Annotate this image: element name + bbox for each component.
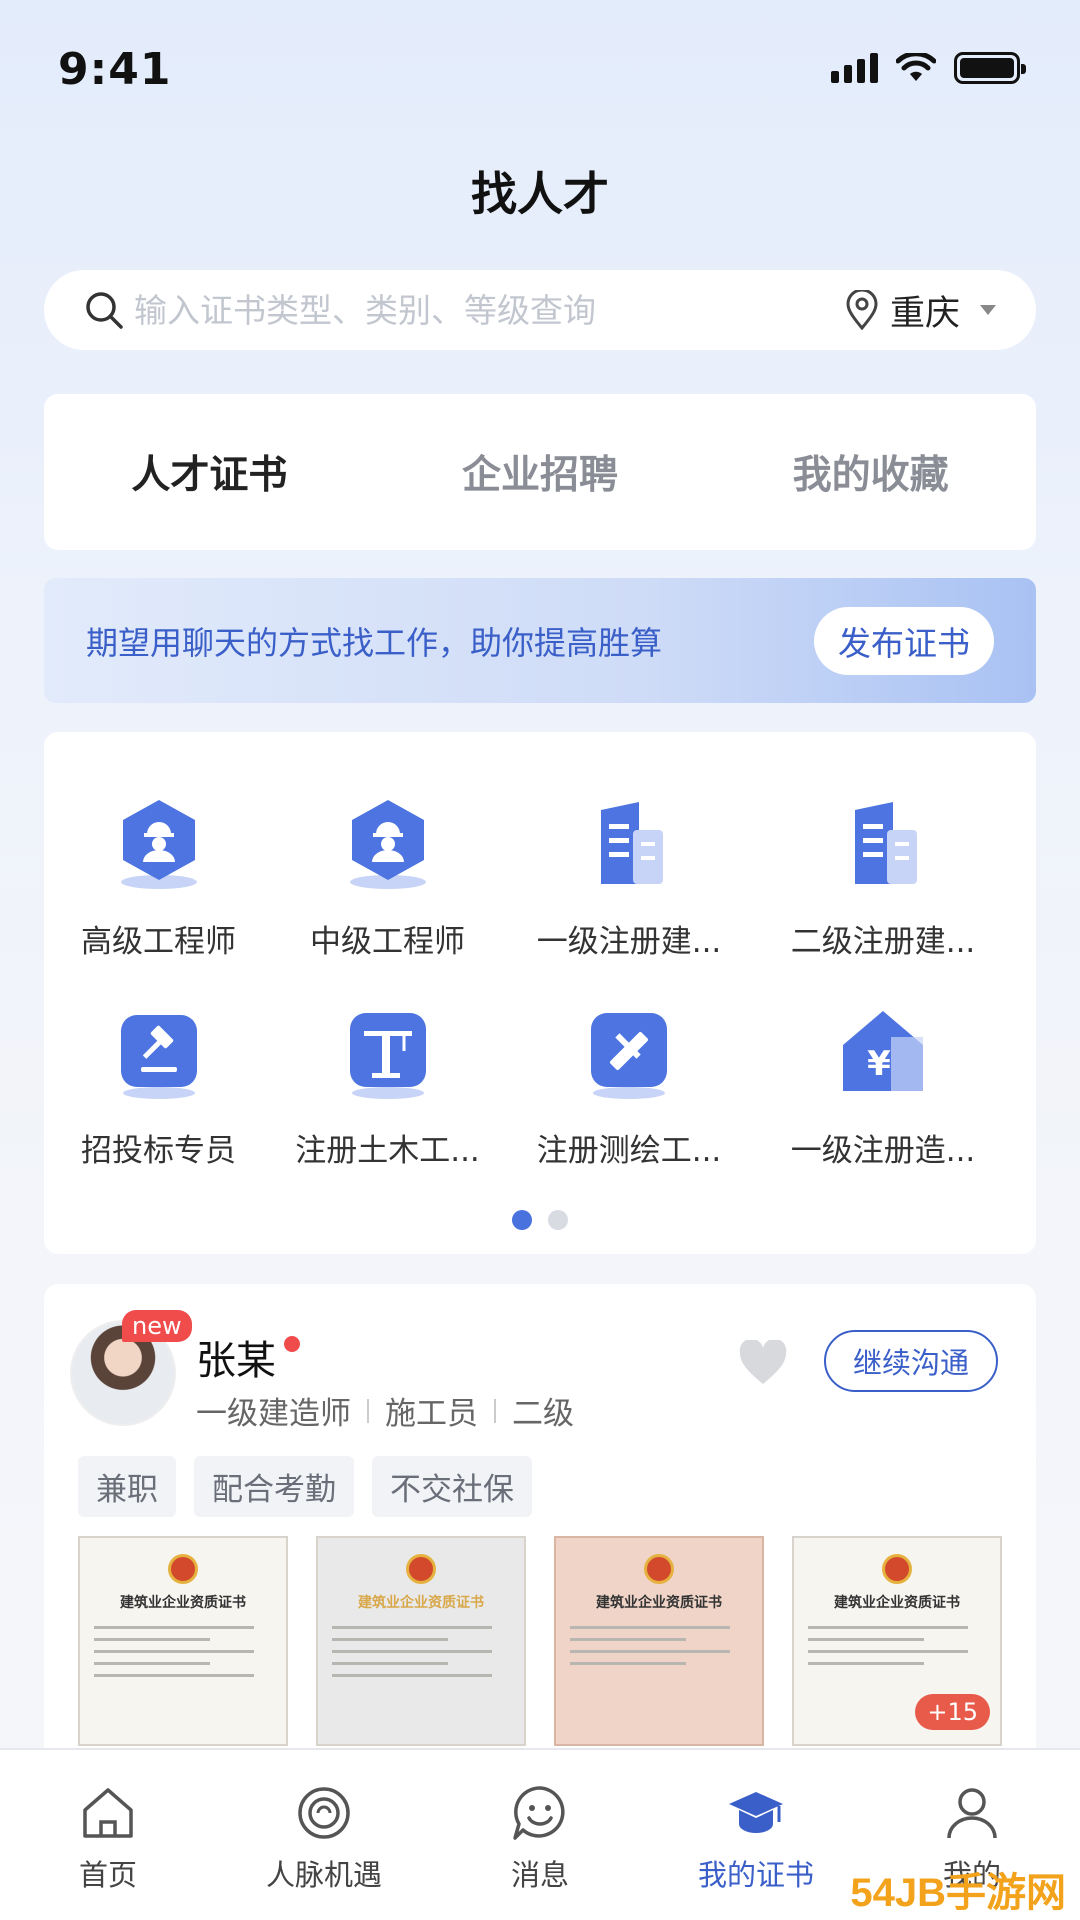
city-label: 重庆 (889, 293, 960, 334)
promo-banner: 期望用聊天的方式找工作，助你提高胜算 发布证书 (44, 578, 1036, 703)
tag: 兼职 (78, 1456, 176, 1517)
nav-label: 首页 (78, 1858, 137, 1892)
nav-messages[interactable]: 消息 (432, 1750, 648, 1920)
banner-text: 期望用聊天的方式找工作，助你提高胜算 (86, 623, 663, 662)
category-item[interactable]: ¥ 一级注册造... (756, 1003, 1010, 1170)
svg-text:¥: ¥ (867, 1044, 891, 1084)
national-emblem-icon (882, 1554, 912, 1584)
online-status-dot (284, 1336, 300, 1352)
crane-icon (349, 1013, 426, 1099)
yuan-house-icon: ¥ (843, 1011, 923, 1091)
tab-talent-certificates[interactable]: 人才证书 (44, 444, 375, 500)
certificate-thumbnail[interactable]: 建筑业企业资质证书 +15 (792, 1536, 1002, 1746)
page-dot-active[interactable] (512, 1210, 532, 1230)
ruler-pencil-icon (591, 1013, 667, 1099)
talent-level: 二级 (512, 1396, 574, 1432)
category-label: 注册土木工... (295, 1133, 480, 1169)
certificate-gallery: 建筑业企业资质证书 建筑业企业资质证书 建筑业企业资质证书 建筑业企业资质证书 … (78, 1536, 1002, 1746)
certificate-thumbnail[interactable]: 建筑业企业资质证书 (554, 1536, 764, 1746)
certificate-thumbnail[interactable]: 建筑业企业资质证书 (316, 1536, 526, 1746)
continue-chat-button[interactable]: 继续沟通 (824, 1330, 998, 1392)
talent-meta: 一级建造师 施工员 二级 (196, 1388, 574, 1433)
talent-certificate: 一级建造师 (196, 1396, 351, 1432)
national-emblem-icon (406, 1554, 436, 1584)
certificate-title: 建筑业企业资质证书 (120, 1595, 246, 1611)
category-label: 高级工程师 (81, 924, 236, 960)
tabs-card: 人才证书 企业招聘 我的收藏 (44, 394, 1036, 550)
category-item[interactable]: 注册测绘工... (502, 1003, 756, 1170)
search-bar[interactable]: 重庆 (44, 270, 1036, 350)
category-item[interactable]: 注册土木工... (273, 1003, 502, 1170)
search-input[interactable] (134, 290, 844, 330)
site-watermark: 54JB手游网 (850, 1871, 1066, 1915)
page-dot[interactable] (548, 1210, 568, 1230)
certificate-title: 建筑业企业资质证书 (834, 1595, 960, 1611)
cellular-signal-icon (831, 53, 878, 83)
building-icon (601, 802, 663, 884)
status-bar: 9:41 (0, 0, 1080, 140)
page-indicator (44, 1210, 1036, 1230)
category-label: 一级注册建... (536, 924, 722, 960)
tab-my-favorites[interactable]: 我的收藏 (705, 444, 1036, 500)
category-label: 一级注册造... (790, 1133, 976, 1169)
divider (494, 1398, 496, 1423)
category-label: 注册测绘工... (536, 1133, 722, 1169)
certificate-thumbnail[interactable]: 建筑业企业资质证书 (78, 1536, 288, 1746)
talent-role: 施工员 (385, 1396, 478, 1432)
nav-label: 人脉机遇 (265, 1858, 382, 1892)
search-icon (86, 292, 123, 329)
nav-home[interactable]: 首页 (0, 1750, 216, 1920)
graduation-cap-icon (729, 1792, 783, 1833)
publish-certificate-button[interactable]: 发布证书 (814, 606, 994, 675)
building-icon (855, 802, 917, 884)
gavel-icon (120, 1015, 197, 1099)
category-label: 二级注册建... (790, 924, 976, 960)
status-icons (831, 52, 1026, 84)
talent-name: 张某 (196, 1338, 276, 1384)
nav-label: 消息 (510, 1858, 569, 1892)
national-emblem-icon (168, 1554, 198, 1584)
heart-icon[interactable] (738, 1340, 788, 1386)
nav-network[interactable]: 人脉机遇 (216, 1750, 432, 1920)
network-circle-icon (298, 1787, 350, 1839)
certificate-title: 建筑业企业资质证书 (596, 1595, 722, 1611)
tab-company-recruit[interactable]: 企业招聘 (375, 444, 706, 500)
person-icon (947, 1788, 997, 1839)
talent-card[interactable]: new 张某 一级建造师 施工员 二级 继续沟通 兼职 配合考勤 不交社保 建筑… (44, 1284, 1036, 1764)
national-emblem-icon (644, 1554, 674, 1584)
category-item[interactable]: 二级注册建... (756, 794, 1010, 961)
message-smile-icon (513, 1786, 565, 1840)
page-title: 找人才 (471, 167, 609, 221)
tag: 不交社保 (372, 1456, 532, 1517)
category-label: 中级工程师 (310, 924, 465, 960)
battery-icon (954, 52, 1026, 84)
engineer-helmet-icon (349, 800, 426, 889)
home-icon (83, 1788, 133, 1838)
certificate-title: 建筑业企业资质证书 (358, 1595, 484, 1611)
category-item[interactable]: 一级注册建... (502, 794, 756, 961)
tag: 配合考勤 (194, 1456, 354, 1517)
category-item[interactable]: 招投标专员 (44, 1003, 273, 1170)
tag-list: 兼职 配合考勤 不交社保 (78, 1456, 532, 1517)
category-grid: 高级工程师 中级工程师 一级注册建... 二级注册建... 招投标专员 注册土木… (44, 794, 1036, 1170)
status-time: 9:41 (58, 44, 172, 95)
nav-label: 我的证书 (697, 1858, 814, 1892)
more-certificates-badge[interactable]: +15 (915, 1694, 990, 1730)
engineer-helmet-icon (120, 800, 197, 889)
category-item[interactable]: 中级工程师 (273, 794, 502, 961)
new-badge: new (122, 1310, 192, 1342)
city-picker[interactable]: 重庆 (844, 285, 996, 336)
divider (367, 1398, 369, 1423)
location-pin-icon (846, 290, 878, 330)
category-card: 高级工程师 中级工程师 一级注册建... 二级注册建... 招投标专员 注册土木… (44, 732, 1036, 1254)
category-item[interactable]: 高级工程师 (44, 794, 273, 961)
category-label: 招投标专员 (81, 1133, 236, 1169)
nav-my-certificates[interactable]: 我的证书 (648, 1750, 864, 1920)
chevron-down-icon (980, 305, 996, 315)
wifi-icon (896, 53, 936, 81)
